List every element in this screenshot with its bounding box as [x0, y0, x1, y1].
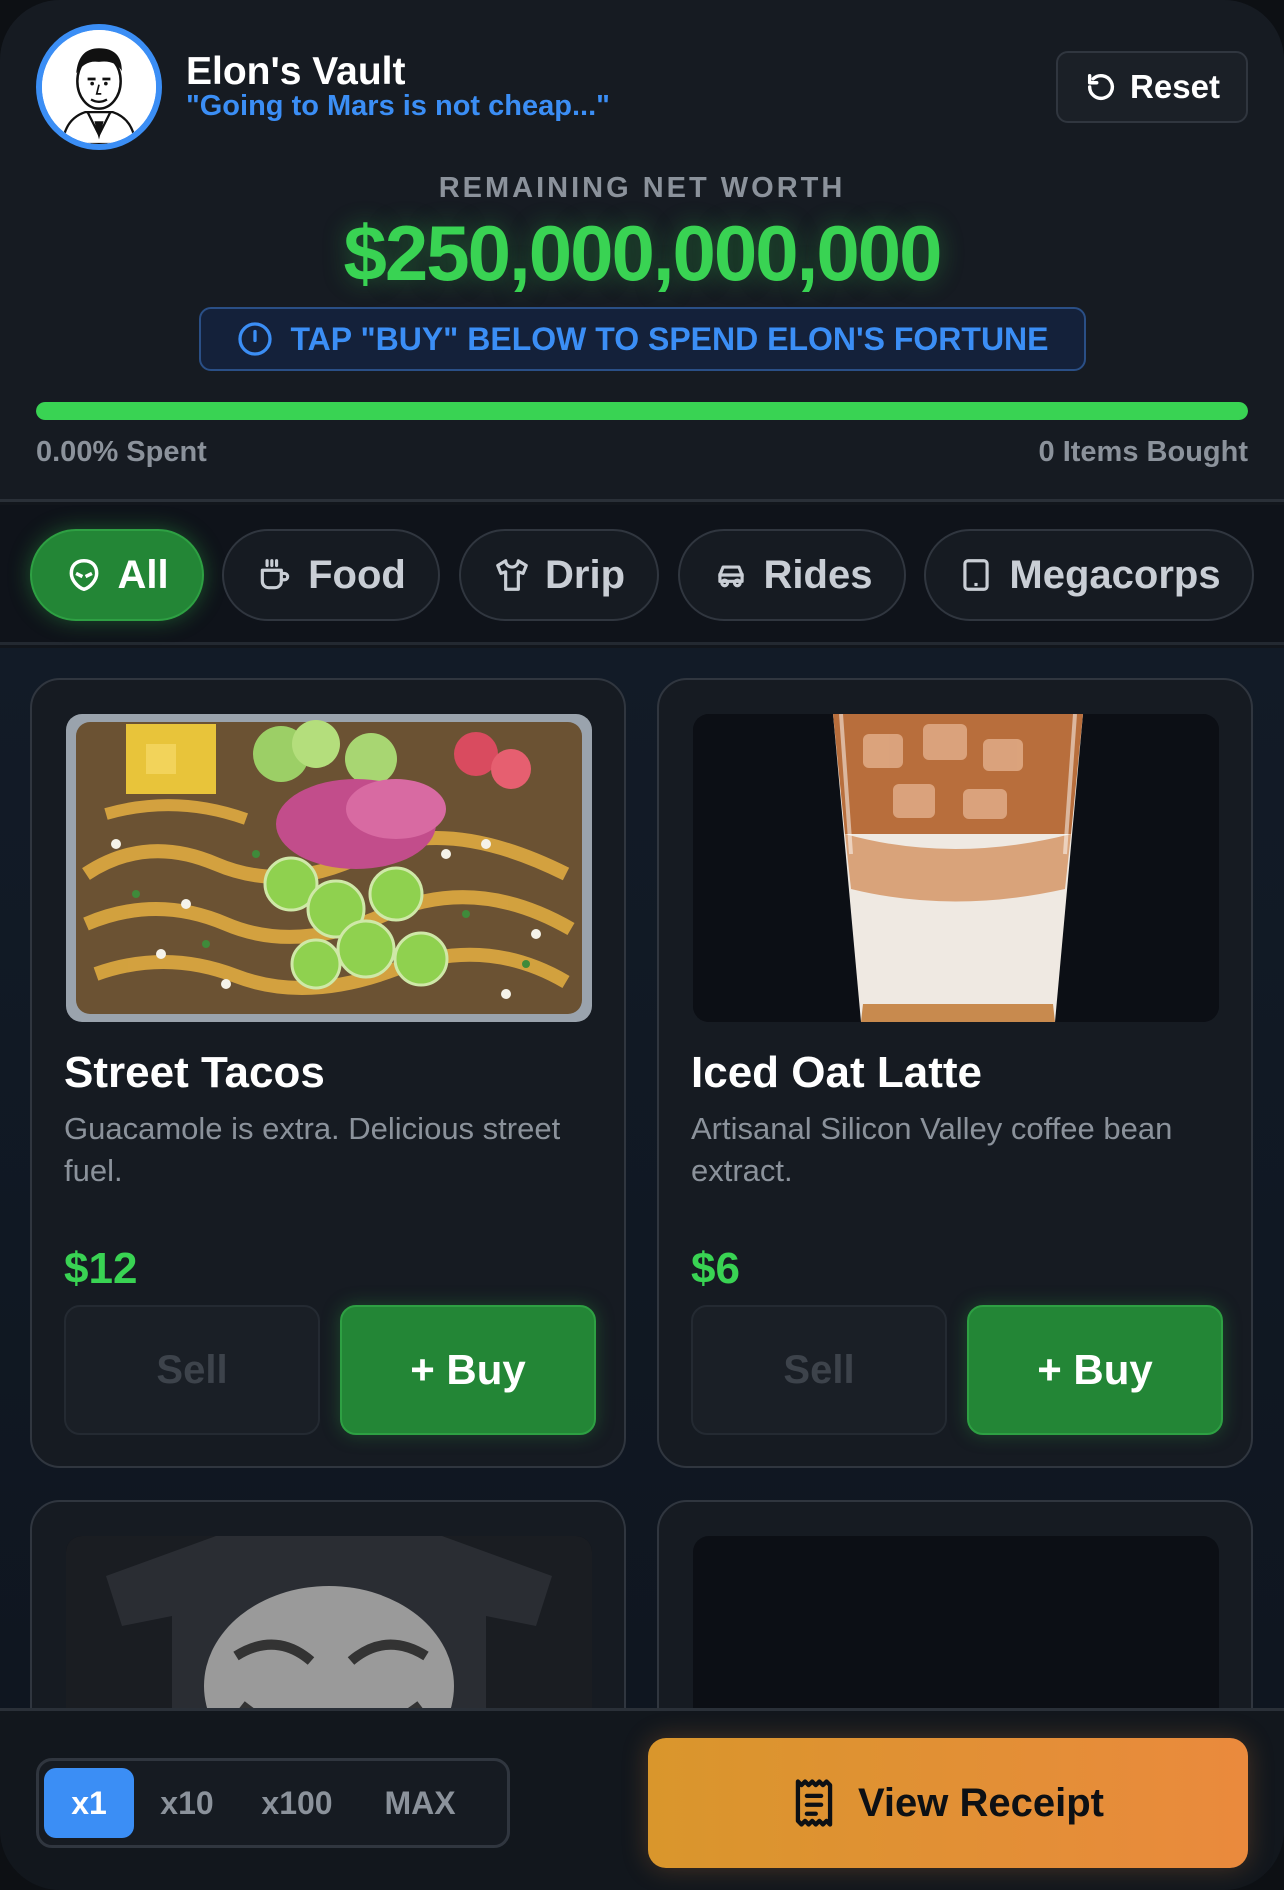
reset-button[interactable]: Reset: [1056, 51, 1248, 123]
iced-latte-image: [693, 714, 1219, 1022]
elon-portrait-icon: [42, 30, 156, 144]
tab-food[interactable]: Food: [222, 529, 440, 621]
tab-megacorps[interactable]: Megacorps: [924, 529, 1254, 621]
view-receipt-button[interactable]: View Receipt: [648, 1738, 1248, 1868]
tablet-icon: [963, 559, 990, 591]
product-card-street-tacos: Street Tacos Guacamole is extra. Delicio…: [30, 678, 626, 1468]
app-window: Elon's Vault "Going to Mars is not cheap…: [0, 0, 1284, 1890]
quantity-multiplier-group: x1 x10 x100 MAX: [36, 1758, 510, 1848]
tap-hint-text: TAP "BUY" BELOW TO SPEND ELON'S FORTUNE: [290, 320, 1049, 357]
product-card-tshirt: [30, 1500, 626, 1708]
spend-progress-bar: [36, 402, 1248, 420]
sell-button[interactable]: Sell: [64, 1305, 320, 1435]
view-receipt-label: View Receipt: [857, 1780, 1105, 1825]
product-card-4: [657, 1500, 1253, 1708]
avatar: [36, 24, 162, 150]
troll-face-tshirt-image: [66, 1536, 592, 1708]
progress-fill: [36, 402, 1248, 420]
tap-hint-banner: TAP "BUY" BELOW TO SPEND ELON'S FORTUNE: [199, 307, 1086, 371]
items-bought-count: 0 Items Bought: [1038, 436, 1248, 468]
spent-percent: 0.00% Spent: [36, 436, 207, 468]
product-description: Artisanal Silicon Valley coffee bean ext…: [691, 1111, 1173, 1188]
product-price: $12: [64, 1244, 138, 1293]
multiplier-x1[interactable]: x1: [44, 1768, 134, 1838]
multiplier-x10[interactable]: x10: [139, 1768, 235, 1838]
product-image-placeholder: [693, 1536, 1219, 1708]
category-tabs: All Food Drip Rides Megacorps: [0, 505, 1284, 645]
tab-label: All: [117, 552, 169, 597]
reset-icon: [1088, 73, 1115, 100]
street-tacos-image: [66, 714, 592, 1022]
tshirt-icon: [496, 559, 528, 591]
product-name: Street Tacos: [64, 1048, 325, 1097]
net-worth-value: $250,000,000,000: [343, 209, 943, 297]
net-worth-label: REMAINING NET WORTH: [438, 172, 846, 204]
tab-drip[interactable]: Drip: [459, 529, 659, 621]
tab-label: Megacorps: [1009, 552, 1221, 597]
product-description: Guacamole is extra. Delicious street fue…: [64, 1111, 561, 1188]
car-icon: [717, 565, 744, 588]
tab-rides[interactable]: Rides: [678, 529, 906, 621]
tab-label: Rides: [763, 552, 873, 597]
sell-button[interactable]: Sell: [691, 1305, 947, 1435]
product-name: Iced Oat Latte: [691, 1048, 982, 1097]
app-quote: "Going to Mars is not cheap...": [186, 90, 610, 122]
buy-button[interactable]: + Buy: [967, 1305, 1223, 1435]
coffee-cup-icon: [260, 559, 290, 590]
product-card-iced-oat-latte: Iced Oat Latte Artisanal Silicon Valley …: [657, 678, 1253, 1468]
receipt-icon: [795, 1779, 833, 1827]
multiplier-x100[interactable]: x100: [239, 1768, 355, 1838]
multiplier-max[interactable]: MAX: [365, 1768, 475, 1838]
buy-button[interactable]: + Buy: [340, 1305, 596, 1435]
tab-label: Drip: [545, 552, 625, 597]
tab-all[interactable]: All: [30, 529, 204, 621]
bottom-bar: x1 x10 x100 MAX View Receipt: [0, 1708, 1284, 1890]
alien-icon: [70, 559, 99, 591]
app-title: Elon's Vault: [186, 50, 406, 93]
info-icon: [237, 322, 272, 356]
reset-label: Reset: [1130, 68, 1220, 105]
product-price: $6: [691, 1244, 740, 1293]
product-grid: Street Tacos Guacamole is extra. Delicio…: [0, 648, 1284, 1708]
header: Elon's Vault "Going to Mars is not cheap…: [0, 0, 1284, 502]
tab-label: Food: [308, 552, 406, 597]
